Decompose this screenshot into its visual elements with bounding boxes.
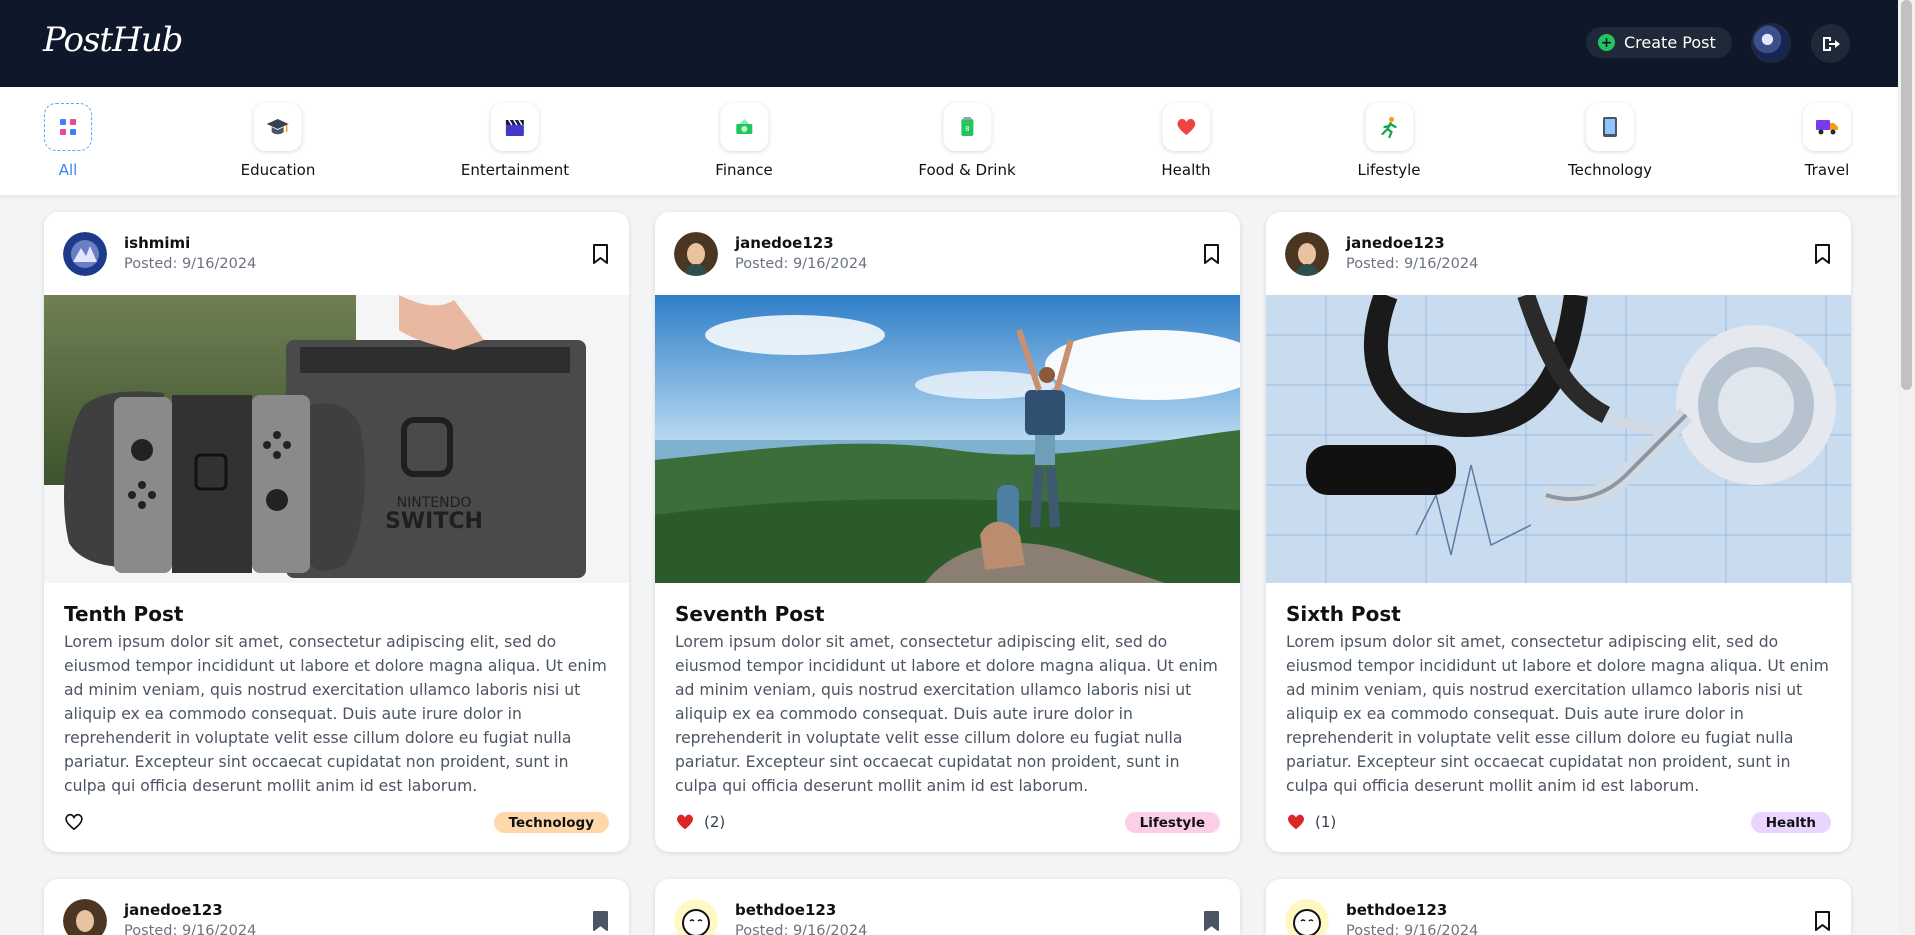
bookmark-icon[interactable] (592, 243, 609, 265)
author-username[interactable]: janedoe123 (124, 901, 223, 919)
category-all[interactable]: All (44, 103, 92, 179)
like-count: (1) (1315, 813, 1337, 831)
plus-circle-icon: + (1598, 34, 1615, 51)
bookmark-icon[interactable] (1814, 243, 1831, 265)
author-username[interactable]: janedoe123 (735, 234, 834, 252)
drink-can-icon: 8 (943, 103, 991, 151)
bookmark-icon[interactable] (1814, 910, 1831, 932)
author-username[interactable]: ishmimi (124, 234, 190, 252)
category-label: Entertainment (460, 161, 570, 179)
post-date: Posted: 9/16/2024 (735, 923, 868, 935)
logout-button[interactable] (1811, 24, 1850, 63)
author-avatar[interactable] (63, 232, 107, 276)
bookmark-filled-icon[interactable] (592, 910, 609, 932)
post-date: Posted: 9/16/2024 (1346, 923, 1479, 935)
author-avatar[interactable] (1285, 232, 1329, 276)
category-label: Education (240, 161, 316, 179)
author-avatar[interactable] (63, 899, 107, 935)
post-card[interactable]: janedoe123 Posted: 9/16/2024 (655, 212, 1240, 852)
heart-outline-icon (65, 813, 83, 831)
category-food-drink[interactable]: 8 Food & Drink (918, 103, 1016, 179)
post-card[interactable]: ishmimi Posted: 9/16/2024 NINTENDO SWITC… (44, 212, 629, 852)
author-username[interactable]: bethdoe123 (1346, 901, 1447, 919)
post-body: Lorem ipsum dolor sit amet, consectetur … (1286, 633, 1829, 795)
author-username[interactable]: janedoe123 (1346, 234, 1445, 252)
category-technology[interactable]: Technology (1568, 103, 1652, 179)
logout-icon (1822, 36, 1840, 51)
post-title[interactable]: Tenth Post (64, 602, 183, 626)
post-title[interactable]: Seventh Post (675, 602, 824, 626)
scrollbar-thumb[interactable] (1901, 0, 1912, 390)
category-lifestyle[interactable]: Lifestyle (1357, 103, 1421, 179)
post-date: Posted: 9/16/2024 (735, 256, 868, 272)
create-post-label: Create Post (1624, 33, 1716, 52)
svg-text:8: 8 (965, 125, 969, 133)
graduation-cap-icon (254, 103, 302, 151)
category-label: Finance (715, 161, 773, 179)
author-avatar[interactable] (1285, 899, 1329, 935)
user-avatar[interactable] (1751, 23, 1791, 63)
page-scrollbar[interactable] (1898, 0, 1915, 935)
category-education[interactable]: Education (240, 103, 316, 179)
category-tag[interactable]: Technology (493, 812, 609, 833)
author-username[interactable]: bethdoe123 (735, 901, 836, 919)
category-label: All (58, 161, 78, 179)
top-navbar: PostHub + Create Post (0, 0, 1898, 87)
post-card[interactable]: bethdoe123 Posted: 9/16/2024 (655, 879, 1240, 935)
category-label: Food & Drink (918, 161, 1016, 179)
create-post-button[interactable]: + Create Post (1586, 27, 1732, 58)
like-count: (2) (704, 813, 726, 831)
tablet-icon (1586, 103, 1634, 151)
author-avatar[interactable] (674, 232, 718, 276)
grid-icon (44, 103, 92, 151)
post-body: Lorem ipsum dolor sit amet, consectetur … (675, 633, 1218, 795)
post-card[interactable]: bethdoe123 Posted: 9/16/2024 (1266, 879, 1851, 935)
category-entertainment[interactable]: Entertainment (461, 103, 569, 179)
logo[interactable]: PostHub (43, 20, 183, 60)
bookmark-icon[interactable] (1203, 243, 1220, 265)
post-date: Posted: 9/16/2024 (124, 256, 257, 272)
author-avatar[interactable] (674, 899, 718, 935)
money-icon (719, 103, 768, 151)
like-button[interactable]: (2) (675, 813, 725, 831)
post-card[interactable]: janedoe123 Posted: 9/16/2024 (44, 879, 629, 935)
post-body: Lorem ipsum dolor sit amet, consectetur … (64, 633, 607, 795)
post-image[interactable] (1266, 295, 1851, 583)
category-label: Health (1161, 161, 1211, 179)
like-button[interactable]: (1) (1286, 813, 1336, 831)
heart-filled-icon (1288, 814, 1304, 830)
svg-text:SWITCH: SWITCH (385, 509, 483, 534)
post-image[interactable] (655, 295, 1240, 583)
post-card[interactable]: janedoe123 Posted: 9/16/2024 Sixth Post … (1266, 212, 1851, 852)
post-title[interactable]: Sixth Post (1286, 602, 1401, 626)
category-tag[interactable]: Health (1750, 812, 1831, 833)
category-label: Technology (1567, 161, 1653, 179)
truck-icon (1803, 103, 1851, 151)
category-finance[interactable]: Finance (715, 103, 773, 179)
heart-icon (1161, 103, 1210, 151)
category-tag[interactable]: Lifestyle (1124, 812, 1220, 833)
category-health[interactable]: Health (1161, 103, 1211, 179)
category-bar: All Education Entertainment Finance 8 Fo… (0, 87, 1898, 195)
clapperboard-icon (491, 103, 539, 151)
like-button[interactable] (64, 813, 93, 831)
bookmark-filled-icon[interactable] (1203, 910, 1220, 932)
post-date: Posted: 9/16/2024 (1346, 256, 1479, 272)
running-icon (1364, 103, 1413, 151)
post-date: Posted: 9/16/2024 (124, 923, 257, 935)
category-label: Travel (1804, 161, 1850, 179)
category-label: Lifestyle (1357, 161, 1421, 179)
category-travel[interactable]: Travel (1803, 103, 1851, 179)
post-image[interactable]: NINTENDO SWITCH (44, 295, 629, 583)
heart-filled-icon (677, 814, 693, 830)
